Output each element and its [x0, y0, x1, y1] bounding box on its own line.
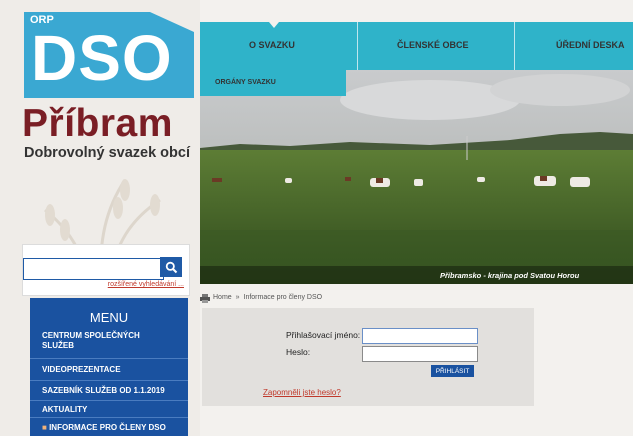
- city-title: Příbram: [22, 102, 173, 145]
- username-input[interactable]: [362, 328, 478, 344]
- breadcrumb-current: Informace pro členy DSO: [243, 294, 323, 301]
- nav-active-indicator: [269, 22, 279, 28]
- password-input[interactable]: [362, 346, 478, 362]
- menu-item-label: AKTUALITY: [42, 405, 88, 414]
- username-label: Přihlašovací jméno:: [286, 330, 361, 340]
- logo-dso-text: DSO: [31, 22, 173, 94]
- login-button[interactable]: PŘIHLÁSIT: [431, 365, 474, 377]
- menu-item-label: SAZEBNÍK SLUŽEB OD 1.1.2019: [42, 386, 165, 395]
- print-icon[interactable]: [200, 294, 210, 303]
- lock-icon: ■: [42, 423, 47, 432]
- menu-item-sazebnik[interactable]: SAZEBNÍK SLUŽEB OD 1.1.2019: [30, 380, 188, 400]
- breadcrumb-separator: »: [235, 294, 240, 301]
- search-input[interactable]: [23, 258, 164, 280]
- page: ORP DSO Příbram Dobrovolný svazek obcí r…: [0, 0, 633, 436]
- nav-item-uredni-deska[interactable]: ÚŘEDNÍ DESKA: [556, 40, 625, 50]
- menu-item-videoprezentace[interactable]: VIDEOPREZENTACE: [30, 358, 188, 380]
- menu-item-informace[interactable]: ■ INFORMACE PRO ČLENY DSO: [30, 417, 188, 436]
- forgot-password-link[interactable]: Zapomněli jste heslo?: [263, 388, 341, 397]
- search-icon: [165, 261, 177, 273]
- left-column: ORP DSO Příbram Dobrovolný svazek obcí r…: [0, 0, 200, 436]
- sub-nav-item-organy-svazku[interactable]: ORGÁNY SVAZKU: [215, 79, 276, 86]
- site-subtitle: Dobrovolný svazek obcí: [24, 145, 190, 161]
- menu-item-label: INFORMACE PRO ČLENY DSO: [49, 423, 166, 432]
- menu-item-aktuality[interactable]: AKTUALITY: [30, 400, 188, 417]
- menu-item-label: CENTRUM SPOLEČNÝCH: [42, 331, 140, 340]
- hero-photo: [200, 70, 633, 284]
- menu-title: MENU: [89, 310, 129, 325]
- menu-item-label: VIDEOPREZENTACE: [42, 365, 121, 374]
- menu-item-centrum[interactable]: CENTRUM SPOLEČNÝCH SLUŽEB: [30, 331, 188, 351]
- photo-caption: Příbramsko - krajina pod Svatou Horou: [440, 271, 580, 280]
- breadcrumb: Home » Informace pro členy DSO: [213, 294, 322, 301]
- nav-separator: [514, 22, 515, 70]
- advanced-search-link[interactable]: rozšířené vyhledávání ...: [0, 281, 200, 288]
- menu-item-label: SLUŽEB: [42, 341, 74, 350]
- nav-separator: [357, 22, 358, 70]
- search-button[interactable]: [160, 257, 182, 277]
- nav-item-clenske-obce[interactable]: ČLENSKÉ OBCE: [397, 40, 469, 50]
- breadcrumb-home[interactable]: Home: [213, 294, 232, 301]
- password-label: Heslo:: [286, 347, 311, 357]
- nav-item-o-svazku[interactable]: O SVAZKU: [249, 40, 295, 50]
